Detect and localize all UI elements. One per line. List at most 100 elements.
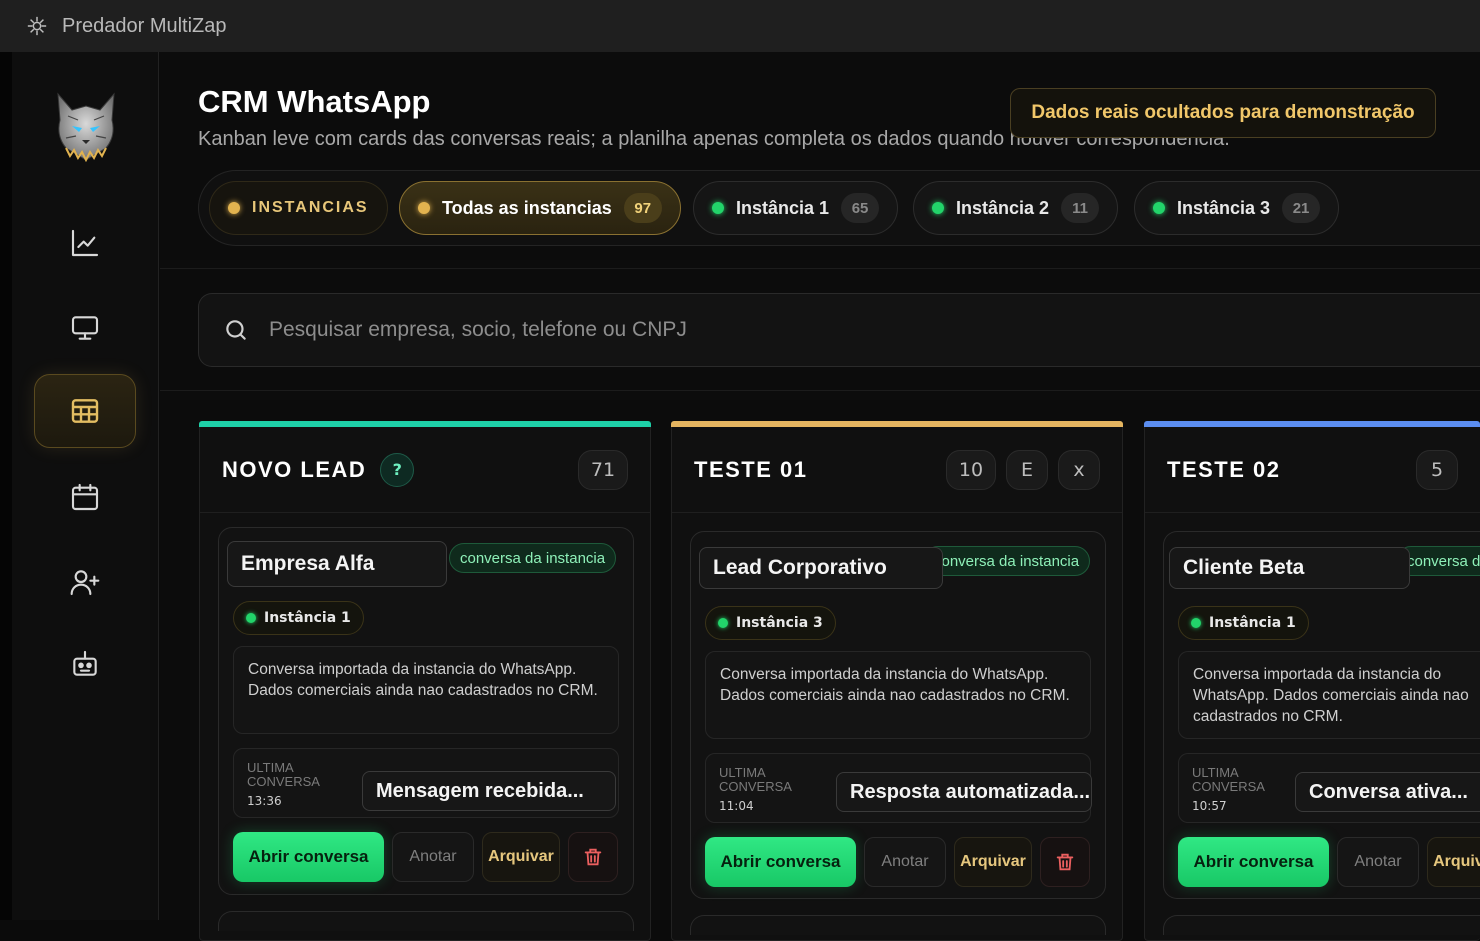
column-count: 10 (946, 449, 996, 490)
lead-card[interactable]: Empresa Alfa conversa da instancia Instâ… (218, 527, 634, 895)
online-dot-icon (1191, 618, 1201, 628)
card-name-field[interactable]: Empresa Alfa (227, 541, 447, 587)
lead-card[interactable] (690, 915, 1106, 935)
last-message-field[interactable]: Mensagem recebida... (362, 771, 616, 811)
card-last-conversation: ULTIMA CONVERSA 10:57 Conversa ativa... (1178, 753, 1480, 823)
bot-icon (73, 650, 97, 676)
card-source-tag: conversa da instancia (449, 543, 617, 573)
card-name-field[interactable]: Cliente Beta (1169, 547, 1410, 589)
column-count: 5 (1416, 449, 1458, 490)
nav-calendar[interactable] (34, 460, 136, 534)
card-description: Conversa importada da instancia do Whats… (233, 646, 619, 734)
card-last-conversation: ULTIMA CONVERSA 13:36 Mensagem recebida.… (233, 748, 619, 818)
instance-chip-count: 11 (1061, 193, 1100, 223)
instances-filter-bar: INSTANCIAS Todas as instancias 97 Instân… (198, 170, 1480, 246)
card-instance-pill: Instância 3 (705, 606, 836, 640)
archive-button[interactable]: Arquivar (954, 837, 1032, 887)
help-icon[interactable]: ? (380, 452, 415, 487)
last-conversation-label: ULTIMA CONVERSA (719, 765, 792, 794)
kanban-column-teste-01: TESTE 01 10 E x Lead Corporativo convers… (671, 421, 1123, 941)
note-button[interactable]: Anotar (864, 837, 946, 887)
online-dot-icon (718, 618, 728, 628)
last-message-field[interactable]: Conversa ativa... (1295, 772, 1480, 812)
search-input[interactable] (269, 318, 1369, 342)
instance-chip-count: 65 (841, 193, 880, 223)
nav-bot[interactable] (34, 627, 136, 701)
archive-button[interactable]: Arquivar (482, 832, 560, 882)
open-conversation-button[interactable]: Abrir conversa (705, 837, 856, 887)
last-conversation-time: 11:04 (719, 799, 754, 813)
instance-chip-all[interactable]: Todas as instancias 97 (399, 181, 681, 235)
user-plus-icon (70, 570, 100, 596)
instance-chip-3[interactable]: Instância 3 21 (1134, 181, 1340, 235)
online-dot-icon (932, 202, 944, 214)
instances-label-chip: INSTANCIAS (209, 181, 388, 235)
divider (160, 268, 1480, 269)
column-title: TESTE 02 (1167, 456, 1281, 482)
open-conversation-button[interactable]: Abrir conversa (233, 832, 384, 882)
nav-dashboard[interactable] (34, 206, 136, 280)
card-instance-pill: Instância 1 (1178, 606, 1309, 640)
wildcat-logo-icon (57, 92, 115, 162)
lead-card[interactable]: Cliente Beta conversa da instancia Instâ… (1163, 531, 1480, 899)
trash-icon (584, 848, 602, 866)
edit-column-button[interactable]: E (1006, 449, 1048, 490)
nav-monitor[interactable] (34, 291, 136, 365)
card-source-tag: conversa da instancia (923, 546, 1091, 576)
lead-card[interactable] (1163, 915, 1480, 935)
card-instance-pill: Instância 1 (233, 601, 364, 635)
monitor-icon (71, 316, 99, 340)
search-icon (226, 320, 246, 340)
instance-chip-label: Instância 3 (1177, 197, 1271, 218)
instance-chip-1[interactable]: Instância 1 65 (693, 181, 899, 235)
kanban-column-novo-lead: NOVO LEAD ? 71 Empresa Alfa conversa da … (199, 421, 651, 941)
instance-chip-count: 21 (1282, 193, 1321, 223)
sidebar (0, 52, 159, 920)
search-box (198, 293, 1480, 367)
lead-card[interactable] (218, 911, 634, 931)
online-dot-icon (712, 202, 724, 214)
instance-chip-label: Instância 2 (956, 197, 1050, 218)
card-actions: Abrir conversa Anotar Arquivar (1178, 837, 1480, 887)
card-actions: Abrir conversa Anotar Arquivar (705, 837, 1090, 887)
column-title: NOVO LEAD (222, 456, 367, 482)
online-dot-icon (1153, 202, 1165, 214)
last-message-field[interactable]: Resposta automatizada... (836, 772, 1092, 812)
archive-button[interactable]: Arquivar (1427, 837, 1480, 887)
main-content: CRM WhatsApp Kanban leve com cards das c… (160, 52, 1480, 941)
status-dot-icon (418, 202, 430, 214)
nav-add-contact[interactable] (34, 545, 136, 619)
card-instance-label: Instância 1 (1209, 615, 1296, 631)
sidebar-edge (0, 52, 12, 920)
chart-icon (71, 229, 99, 257)
note-button[interactable]: Anotar (1337, 837, 1419, 887)
page-title: CRM WhatsApp (198, 84, 431, 119)
instances-label: INSTANCIAS (252, 199, 369, 216)
instance-chip-label: Todas as instancias (442, 197, 612, 218)
column-count: 71 (578, 449, 628, 490)
last-conversation-time: 10:57 (1192, 799, 1227, 813)
open-conversation-button[interactable]: Abrir conversa (1178, 837, 1329, 887)
delete-button[interactable] (1040, 837, 1090, 887)
last-conversation-time: 13:36 (247, 794, 282, 808)
card-actions: Abrir conversa Anotar Arquivar (233, 832, 618, 882)
lead-card[interactable]: Lead Corporativo conversa da instancia I… (690, 531, 1106, 899)
delete-button[interactable] (568, 832, 618, 882)
column-header: TESTE 02 5 (1145, 427, 1480, 513)
table-icon (71, 399, 99, 423)
instance-chip-2[interactable]: Instância 2 11 (913, 181, 1119, 235)
card-description: Conversa importada da instancia do Whats… (705, 651, 1091, 739)
note-button[interactable]: Anotar (392, 832, 474, 882)
kanban-column-teste-02: TESTE 02 5 Cliente Beta conversa da inst… (1144, 421, 1480, 941)
calendar-icon (71, 483, 99, 511)
card-name-field[interactable]: Lead Corporativo (699, 547, 943, 589)
last-conversation-label: ULTIMA CONVERSA (247, 760, 320, 789)
app-icon (27, 16, 47, 36)
card-last-conversation: ULTIMA CONVERSA 11:04 Resposta automatiz… (705, 753, 1092, 823)
delete-column-button[interactable]: x (1058, 449, 1100, 490)
card-description: Conversa importada da instancia do Whats… (1178, 651, 1480, 739)
column-title: TESTE 01 (694, 456, 808, 482)
column-header: TESTE 01 10 E x (672, 427, 1122, 513)
status-dot-icon (228, 202, 240, 214)
nav-crm-table[interactable] (34, 374, 136, 448)
